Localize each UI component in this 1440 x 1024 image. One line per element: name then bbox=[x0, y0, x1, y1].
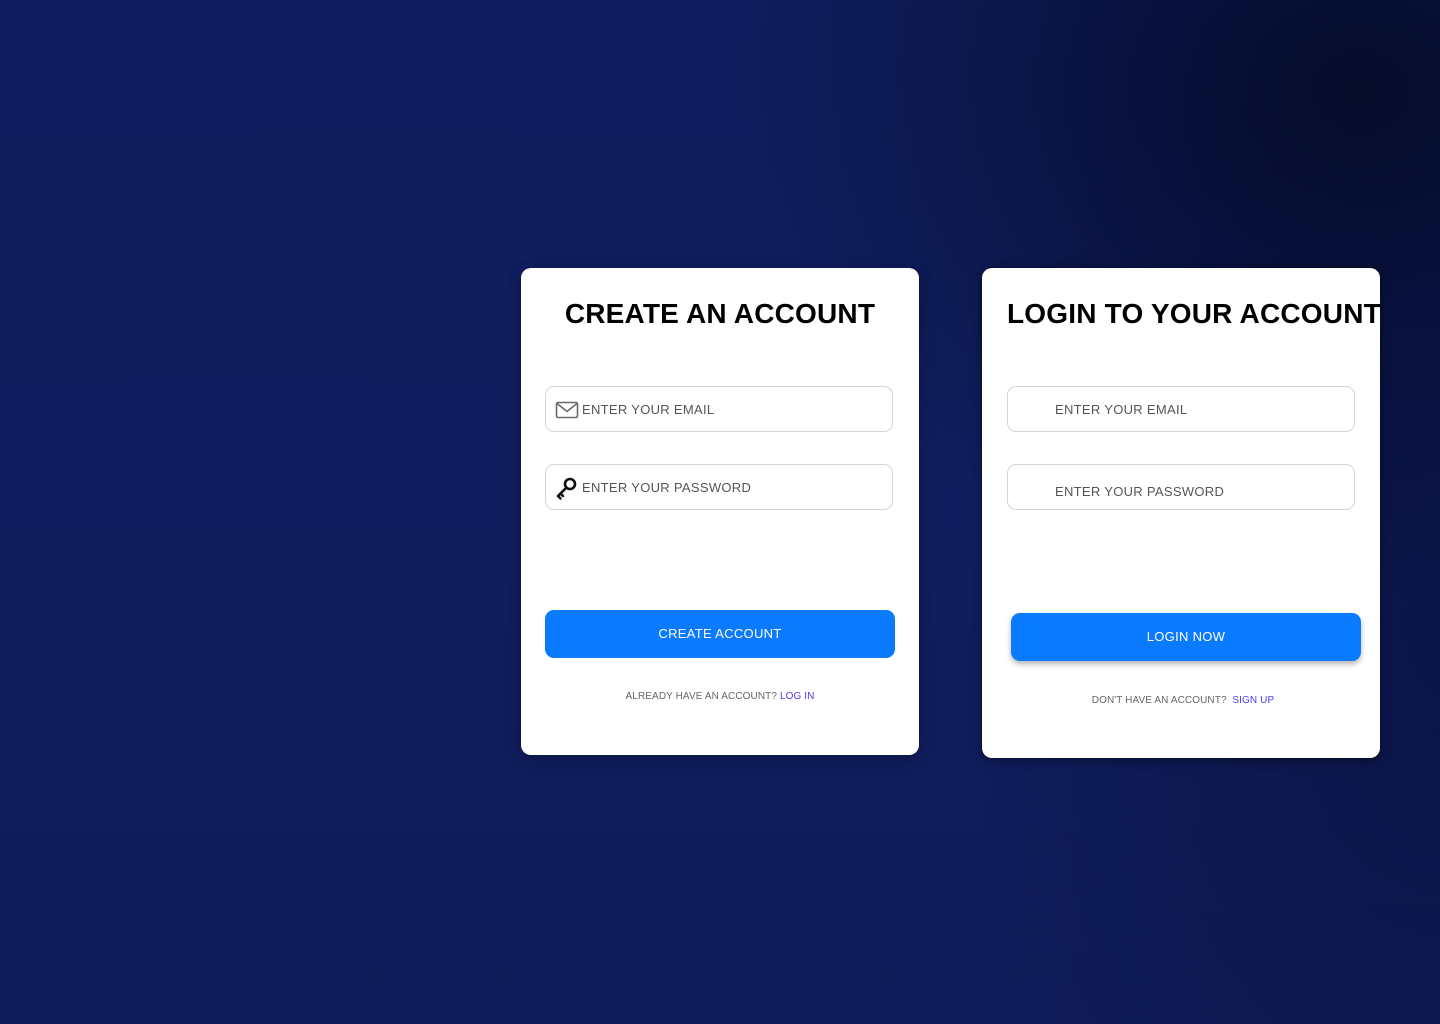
signup-title: CREATE AN ACCOUNT bbox=[564, 298, 876, 329]
signup-email-placeholder: ENTER YOUR EMAIL bbox=[582, 402, 715, 417]
login-card: LOGIN TO YOUR ACCOUNT ENTER YOUR EMAIL E… bbox=[982, 268, 1381, 758]
login-title: LOGIN TO YOUR ACCOUNT bbox=[1007, 298, 1381, 329]
create-account-button[interactable]: CREATE ACCOUNT bbox=[545, 610, 895, 658]
login-now-button[interactable]: LOGIN NOW bbox=[1011, 613, 1361, 661]
mail-icon bbox=[555, 398, 579, 422]
key-icon bbox=[555, 476, 579, 500]
login-link[interactable]: LOG IN bbox=[780, 691, 815, 702]
signup-footer: ALREADY HAVE AN ACCOUNT? LOG IN bbox=[521, 691, 919, 702]
login-email-field[interactable]: ENTER YOUR EMAIL bbox=[1007, 386, 1355, 432]
login-footer: DON'T HAVE AN ACCOUNT? SIGN UP bbox=[986, 695, 1380, 706]
login-footer-text: DON'T HAVE AN ACCOUNT? bbox=[1091, 695, 1227, 706]
signup-footer-text: ALREADY HAVE AN ACCOUNT? bbox=[625, 691, 778, 702]
signup-link[interactable]: SIGN UP bbox=[1232, 695, 1274, 706]
login-email-placeholder: ENTER YOUR EMAIL bbox=[1055, 402, 1188, 417]
login-password-field[interactable]: ENTER YOUR PASSWORD bbox=[1007, 464, 1355, 510]
signup-email-field[interactable]: ENTER YOUR EMAIL bbox=[545, 386, 893, 432]
signup-card: CREATE AN ACCOUNT ENTER YOUR EMAIL ENTER… bbox=[521, 268, 919, 755]
login-password-placeholder: ENTER YOUR PASSWORD bbox=[1055, 484, 1225, 499]
signup-password-field[interactable]: ENTER YOUR PASSWORD bbox=[545, 464, 893, 510]
signup-password-placeholder: ENTER YOUR PASSWORD bbox=[582, 480, 752, 495]
